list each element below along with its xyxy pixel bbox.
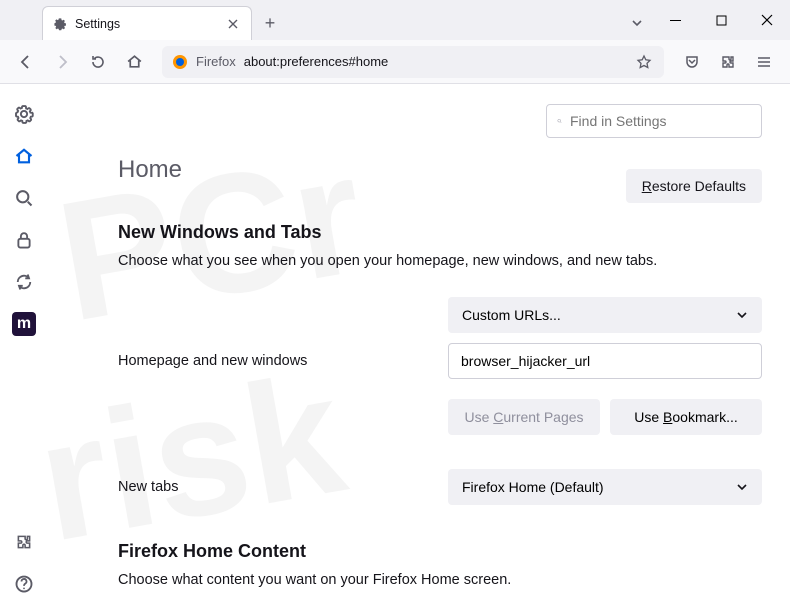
section-new-windows-desc: Choose what you see when you open your h…: [118, 253, 762, 269]
tabs-dropdown-icon[interactable]: [622, 9, 652, 37]
window-controls: [652, 0, 790, 40]
gear-icon: [53, 17, 67, 31]
main-content: Home RRestore Defaultsestore Defaults Ne…: [48, 84, 790, 602]
firefox-icon: [172, 54, 188, 70]
sidebar-home[interactable]: [6, 138, 42, 174]
pocket-icon[interactable]: [676, 46, 708, 78]
find-input[interactable]: [570, 113, 751, 129]
page-heading: Home: [118, 156, 626, 184]
forward-button[interactable]: [46, 46, 78, 78]
chevron-down-icon: [736, 481, 748, 493]
home-button[interactable]: [118, 46, 150, 78]
find-in-settings[interactable]: [546, 104, 762, 138]
sidebar-search[interactable]: [6, 180, 42, 216]
newtabs-dropdown[interactable]: Firefox Home (Default): [448, 469, 762, 505]
homepage-dropdown[interactable]: Custom URLs...: [448, 297, 762, 333]
restore-defaults-button[interactable]: RRestore Defaultsestore Defaults: [626, 169, 762, 203]
back-button[interactable]: [10, 46, 42, 78]
maximize-button[interactable]: [698, 0, 744, 40]
section-new-windows-title: New Windows and Tabs: [118, 222, 762, 243]
minimize-button[interactable]: [652, 0, 698, 40]
sidebar-help[interactable]: [6, 566, 42, 602]
search-icon: [557, 114, 562, 128]
homepage-label: Homepage and new windows: [118, 353, 448, 369]
titlebar: Settings +: [0, 0, 790, 40]
url-bar[interactable]: Firefox about:preferences#home: [162, 46, 664, 78]
sidebar-general[interactable]: [6, 96, 42, 132]
use-bookmark-button[interactable]: Use Bookmark...: [610, 399, 762, 435]
reload-button[interactable]: [82, 46, 114, 78]
sidebar-sync[interactable]: [6, 264, 42, 300]
toolbar: Firefox about:preferences#home: [0, 40, 790, 84]
extensions-icon[interactable]: [712, 46, 744, 78]
close-window-button[interactable]: [744, 0, 790, 40]
sidebar-more[interactable]: m: [12, 312, 36, 336]
browser-tab[interactable]: Settings: [42, 6, 252, 40]
url-label: Firefox: [196, 54, 236, 69]
homepage-url-input[interactable]: [448, 343, 762, 379]
newtabs-label: New tabs: [118, 479, 448, 495]
tab-title: Settings: [75, 17, 217, 31]
sidebar-addons[interactable]: [6, 524, 42, 560]
bookmark-star-icon[interactable]: [634, 54, 654, 70]
use-current-pages-button[interactable]: Use Current Pages: [448, 399, 600, 435]
sidebar: m: [0, 84, 48, 602]
section-home-content-desc: Choose what content you want on your Fir…: [118, 572, 762, 588]
section-home-content-title: Firefox Home Content: [118, 541, 762, 562]
sidebar-privacy[interactable]: [6, 222, 42, 258]
new-tab-button[interactable]: +: [256, 9, 284, 37]
chevron-down-icon: [736, 309, 748, 321]
close-icon[interactable]: [225, 16, 241, 32]
menu-icon[interactable]: [748, 46, 780, 78]
url-text: about:preferences#home: [244, 54, 389, 69]
